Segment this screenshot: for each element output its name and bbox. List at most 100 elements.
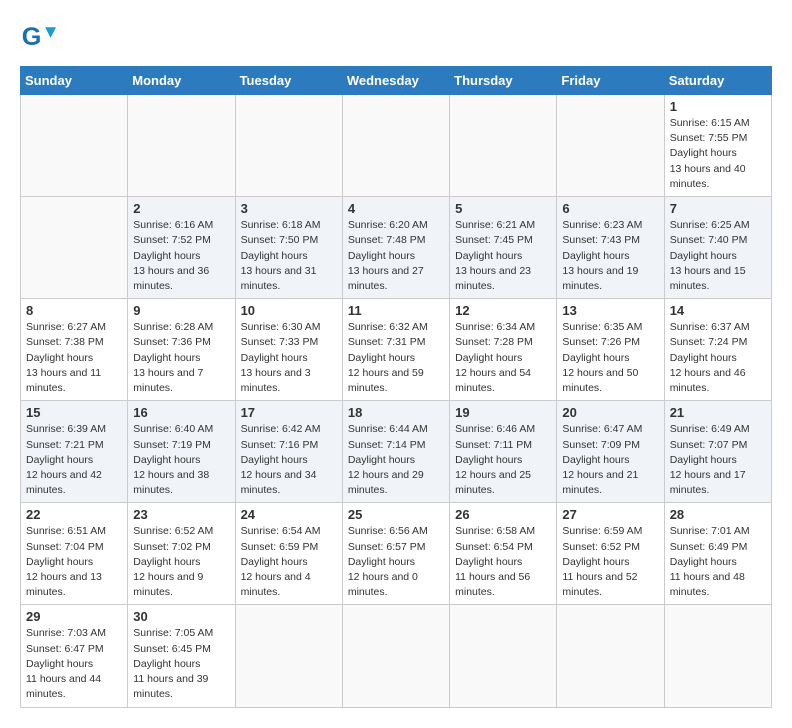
day-info: Sunrise: 6:54 AM Sunset: 6:59 PM Dayligh… — [241, 524, 337, 600]
day-info: Sunrise: 6:42 AM Sunset: 7:16 PM Dayligh… — [241, 422, 337, 498]
calendar-cell — [21, 197, 128, 299]
day-info: Sunrise: 6:56 AM Sunset: 6:57 PM Dayligh… — [348, 524, 444, 600]
calendar-cell: 18 Sunrise: 6:44 AM Sunset: 7:14 PM Dayl… — [342, 401, 449, 503]
calendar-cell: 26 Sunrise: 6:58 AM Sunset: 6:54 PM Dayl… — [450, 503, 557, 605]
calendar-cell: 4 Sunrise: 6:20 AM Sunset: 7:48 PM Dayli… — [342, 197, 449, 299]
day-number: 8 — [26, 303, 122, 318]
day-number: 10 — [241, 303, 337, 318]
calendar-cell: 19 Sunrise: 6:46 AM Sunset: 7:11 PM Dayl… — [450, 401, 557, 503]
calendar-cell: 29 Sunrise: 7:03 AM Sunset: 6:47 PM Dayl… — [21, 605, 128, 707]
day-info: Sunrise: 6:44 AM Sunset: 7:14 PM Dayligh… — [348, 422, 444, 498]
day-info: Sunrise: 6:16 AM Sunset: 7:52 PM Dayligh… — [133, 218, 229, 294]
day-info: Sunrise: 6:39 AM Sunset: 7:21 PM Dayligh… — [26, 422, 122, 498]
calendar-cell: 20 Sunrise: 6:47 AM Sunset: 7:09 PM Dayl… — [557, 401, 664, 503]
day-number: 15 — [26, 405, 122, 420]
calendar-cell: 13 Sunrise: 6:35 AM Sunset: 7:26 PM Dayl… — [557, 299, 664, 401]
calendar-table: SundayMondayTuesdayWednesdayThursdayFrid… — [20, 66, 772, 708]
calendar-cell: 12 Sunrise: 6:34 AM Sunset: 7:28 PM Dayl… — [450, 299, 557, 401]
calendar-cell: 25 Sunrise: 6:56 AM Sunset: 6:57 PM Dayl… — [342, 503, 449, 605]
calendar-cell: 30 Sunrise: 7:05 AM Sunset: 6:45 PM Dayl… — [128, 605, 235, 707]
day-info: Sunrise: 6:37 AM Sunset: 7:24 PM Dayligh… — [670, 320, 766, 396]
day-number: 20 — [562, 405, 658, 420]
calendar-cell — [128, 95, 235, 197]
day-number: 3 — [241, 201, 337, 216]
day-number: 6 — [562, 201, 658, 216]
week-row-1: 1 Sunrise: 6:15 AM Sunset: 7:55 PM Dayli… — [21, 95, 772, 197]
day-info: Sunrise: 6:49 AM Sunset: 7:07 PM Dayligh… — [670, 422, 766, 498]
calendar-cell: 1 Sunrise: 6:15 AM Sunset: 7:55 PM Dayli… — [664, 95, 771, 197]
day-number: 22 — [26, 507, 122, 522]
day-info: Sunrise: 6:51 AM Sunset: 7:04 PM Dayligh… — [26, 524, 122, 600]
week-row-4: 15 Sunrise: 6:39 AM Sunset: 7:21 PM Dayl… — [21, 401, 772, 503]
day-number: 12 — [455, 303, 551, 318]
calendar-cell — [557, 605, 664, 707]
day-number: 28 — [670, 507, 766, 522]
day-info: Sunrise: 6:35 AM Sunset: 7:26 PM Dayligh… — [562, 320, 658, 396]
calendar-cell: 9 Sunrise: 6:28 AM Sunset: 7:36 PM Dayli… — [128, 299, 235, 401]
column-header-wednesday: Wednesday — [342, 67, 449, 95]
day-info: Sunrise: 6:21 AM Sunset: 7:45 PM Dayligh… — [455, 218, 551, 294]
day-number: 9 — [133, 303, 229, 318]
day-info: Sunrise: 7:05 AM Sunset: 6:45 PM Dayligh… — [133, 626, 229, 702]
day-info: Sunrise: 6:52 AM Sunset: 7:02 PM Dayligh… — [133, 524, 229, 600]
calendar-cell — [342, 605, 449, 707]
calendar-cell: 2 Sunrise: 6:16 AM Sunset: 7:52 PM Dayli… — [128, 197, 235, 299]
day-number: 5 — [455, 201, 551, 216]
calendar-cell: 27 Sunrise: 6:59 AM Sunset: 6:52 PM Dayl… — [557, 503, 664, 605]
day-info: Sunrise: 6:58 AM Sunset: 6:54 PM Dayligh… — [455, 524, 551, 600]
logo: G — [20, 20, 60, 56]
day-number: 27 — [562, 507, 658, 522]
day-info: Sunrise: 6:15 AM Sunset: 7:55 PM Dayligh… — [670, 116, 766, 192]
day-number: 21 — [670, 405, 766, 420]
column-header-tuesday: Tuesday — [235, 67, 342, 95]
calendar-cell — [235, 95, 342, 197]
day-info: Sunrise: 6:25 AM Sunset: 7:40 PM Dayligh… — [670, 218, 766, 294]
day-number: 24 — [241, 507, 337, 522]
calendar-header-row: SundayMondayTuesdayWednesdayThursdayFrid… — [21, 67, 772, 95]
day-info: Sunrise: 6:20 AM Sunset: 7:48 PM Dayligh… — [348, 218, 444, 294]
calendar-cell: 14 Sunrise: 6:37 AM Sunset: 7:24 PM Dayl… — [664, 299, 771, 401]
day-number: 19 — [455, 405, 551, 420]
calendar-cell: 21 Sunrise: 6:49 AM Sunset: 7:07 PM Dayl… — [664, 401, 771, 503]
column-header-saturday: Saturday — [664, 67, 771, 95]
day-number: 16 — [133, 405, 229, 420]
calendar-cell — [664, 605, 771, 707]
day-number: 7 — [670, 201, 766, 216]
calendar-cell: 15 Sunrise: 6:39 AM Sunset: 7:21 PM Dayl… — [21, 401, 128, 503]
day-info: Sunrise: 6:34 AM Sunset: 7:28 PM Dayligh… — [455, 320, 551, 396]
calendar-cell: 22 Sunrise: 6:51 AM Sunset: 7:04 PM Dayl… — [21, 503, 128, 605]
day-number: 18 — [348, 405, 444, 420]
week-row-5: 22 Sunrise: 6:51 AM Sunset: 7:04 PM Dayl… — [21, 503, 772, 605]
day-number: 13 — [562, 303, 658, 318]
column-header-sunday: Sunday — [21, 67, 128, 95]
week-row-6: 29 Sunrise: 7:03 AM Sunset: 6:47 PM Dayl… — [21, 605, 772, 707]
day-info: Sunrise: 6:18 AM Sunset: 7:50 PM Dayligh… — [241, 218, 337, 294]
calendar-cell: 23 Sunrise: 6:52 AM Sunset: 7:02 PM Dayl… — [128, 503, 235, 605]
calendar-cell — [342, 95, 449, 197]
calendar-cell: 17 Sunrise: 6:42 AM Sunset: 7:16 PM Dayl… — [235, 401, 342, 503]
column-header-monday: Monday — [128, 67, 235, 95]
day-info: Sunrise: 6:59 AM Sunset: 6:52 PM Dayligh… — [562, 524, 658, 600]
day-info: Sunrise: 7:03 AM Sunset: 6:47 PM Dayligh… — [26, 626, 122, 702]
calendar-cell: 11 Sunrise: 6:32 AM Sunset: 7:31 PM Dayl… — [342, 299, 449, 401]
day-number: 23 — [133, 507, 229, 522]
calendar-cell: 28 Sunrise: 7:01 AM Sunset: 6:49 PM Dayl… — [664, 503, 771, 605]
day-number: 11 — [348, 303, 444, 318]
calendar-cell: 16 Sunrise: 6:40 AM Sunset: 7:19 PM Dayl… — [128, 401, 235, 503]
calendar-cell — [557, 95, 664, 197]
calendar-cell: 3 Sunrise: 6:18 AM Sunset: 7:50 PM Dayli… — [235, 197, 342, 299]
page-header: G — [20, 20, 772, 56]
calendar-cell — [235, 605, 342, 707]
week-row-2: 2 Sunrise: 6:16 AM Sunset: 7:52 PM Dayli… — [21, 197, 772, 299]
day-number: 14 — [670, 303, 766, 318]
day-number: 26 — [455, 507, 551, 522]
day-number: 4 — [348, 201, 444, 216]
logo-icon: G — [20, 20, 56, 56]
calendar-cell: 24 Sunrise: 6:54 AM Sunset: 6:59 PM Dayl… — [235, 503, 342, 605]
day-info: Sunrise: 6:28 AM Sunset: 7:36 PM Dayligh… — [133, 320, 229, 396]
day-number: 2 — [133, 201, 229, 216]
calendar-cell — [21, 95, 128, 197]
day-info: Sunrise: 7:01 AM Sunset: 6:49 PM Dayligh… — [670, 524, 766, 600]
calendar-cell: 10 Sunrise: 6:30 AM Sunset: 7:33 PM Dayl… — [235, 299, 342, 401]
week-row-3: 8 Sunrise: 6:27 AM Sunset: 7:38 PM Dayli… — [21, 299, 772, 401]
